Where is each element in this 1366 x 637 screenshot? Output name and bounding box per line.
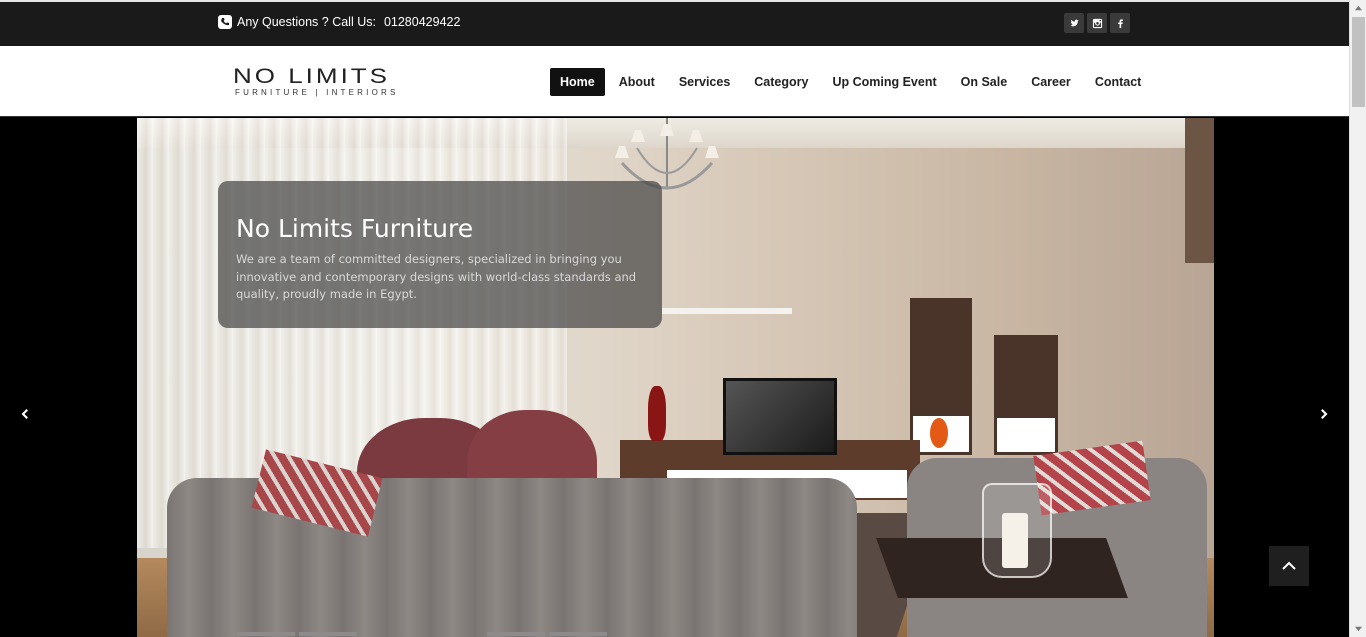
- nav-item-on-sale[interactable]: On Sale: [951, 68, 1018, 96]
- twitter-icon[interactable]: [1064, 13, 1084, 33]
- page: Any Questions ? Call Us: 01280429422 NO …: [0, 0, 1366, 637]
- nav-item-career[interactable]: Career: [1021, 68, 1081, 96]
- top-bar: Any Questions ? Call Us: 01280429422: [0, 0, 1349, 46]
- scene-cabinet-niche: [994, 415, 1058, 455]
- page-scrollbar[interactable]: [1349, 0, 1366, 637]
- slider-dot[interactable]: [299, 632, 357, 636]
- phone-label: Any Questions ? Call Us:: [237, 15, 376, 29]
- scene-candle: [1002, 513, 1028, 568]
- slider-prev-icon[interactable]: [14, 404, 34, 424]
- phone-number[interactable]: 01280429422: [384, 15, 460, 29]
- scene-cabinet: [994, 335, 1058, 415]
- slider-dot[interactable]: [487, 632, 545, 636]
- slide-title: No Limits Furniture: [236, 214, 474, 243]
- phone-icon: [218, 15, 232, 29]
- slider-dot[interactable]: [237, 632, 295, 636]
- facebook-icon[interactable]: [1110, 13, 1130, 33]
- nav-item-contact[interactable]: Contact: [1085, 68, 1152, 96]
- instagram-icon[interactable]: [1087, 13, 1107, 33]
- nav-item-home[interactable]: Home: [550, 68, 605, 96]
- header: NO LIMITS FURNITURE | INTERIORS Home Abo…: [0, 46, 1349, 117]
- chevron-up-icon: [1282, 561, 1296, 570]
- scene-vase: [648, 386, 666, 441]
- hero-slider: No Limits Furniture We are a team of com…: [0, 118, 1349, 637]
- scroll-down-icon[interactable]: [1350, 620, 1366, 637]
- logo-main-text: NO LIMITS: [233, 63, 391, 89]
- nav-item-upcoming-event[interactable]: Up Coming Event: [822, 68, 946, 96]
- nav-item-about[interactable]: About: [609, 68, 665, 96]
- scene-shelf: [662, 308, 792, 314]
- contact-phone: Any Questions ? Call Us: 01280429422: [218, 15, 460, 29]
- slider-pagination: [237, 632, 607, 636]
- nav-item-category[interactable]: Category: [744, 68, 818, 96]
- back-to-top-button[interactable]: [1269, 546, 1309, 586]
- slider-dot[interactable]: [549, 632, 607, 636]
- scroll-up-icon[interactable]: [1350, 0, 1366, 17]
- slider-next-icon[interactable]: [1315, 404, 1335, 424]
- scene-art-frame: [1185, 118, 1214, 263]
- scene-cabinet: [910, 298, 972, 413]
- slide-description: We are a team of committed designers, sp…: [236, 252, 637, 301]
- scroll-thumb[interactable]: [1352, 17, 1365, 107]
- social-links: [1064, 13, 1130, 33]
- scene-tv: [723, 378, 837, 455]
- main-nav: Home About Services Category Up Coming E…: [550, 68, 1155, 96]
- scene-vase: [930, 418, 948, 448]
- nav-item-services[interactable]: Services: [669, 68, 740, 96]
- slide-caption: No Limits Furniture We are a team of com…: [218, 181, 662, 328]
- logo-sub-text: FURNITURE | INTERIORS: [235, 88, 399, 97]
- logo[interactable]: NO LIMITS FURNITURE | INTERIORS: [233, 63, 438, 102]
